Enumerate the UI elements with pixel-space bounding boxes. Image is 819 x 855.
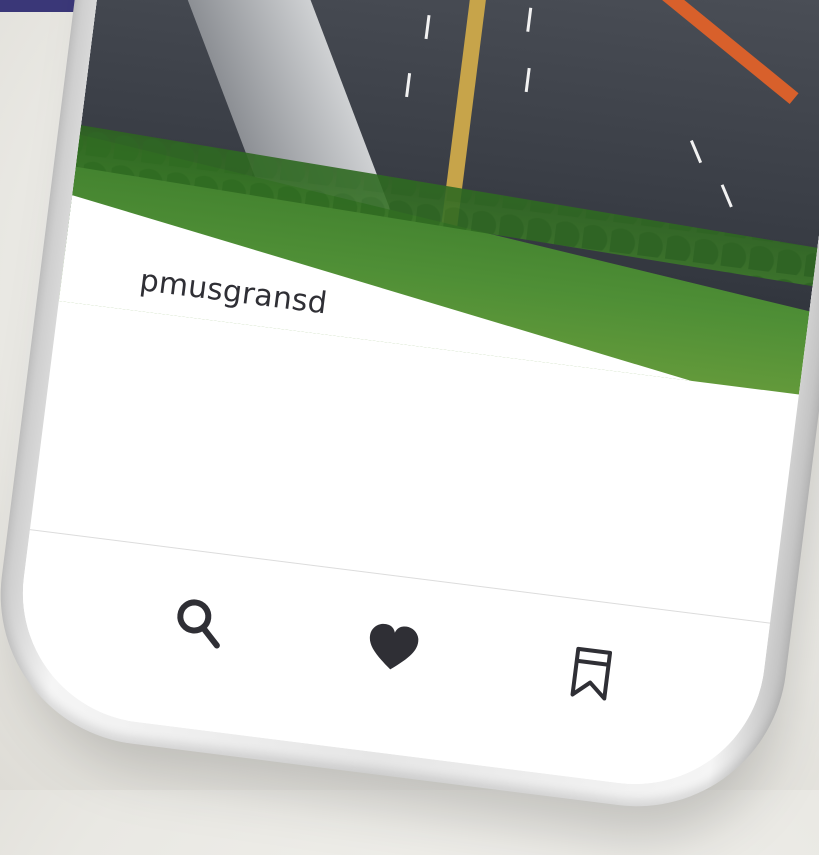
post-photo[interactable] — [58, 0, 819, 395]
heart-icon — [369, 623, 419, 670]
tab-saved[interactable] — [558, 639, 625, 706]
tab-search[interactable] — [166, 590, 233, 657]
phone-screen: pmusgransd — [7, 0, 819, 800]
tab-likes[interactable] — [359, 614, 426, 681]
search-icon — [177, 599, 220, 649]
bookmark-icon — [570, 646, 613, 701]
phone-mockup: pmusgransd — [0, 0, 819, 824]
